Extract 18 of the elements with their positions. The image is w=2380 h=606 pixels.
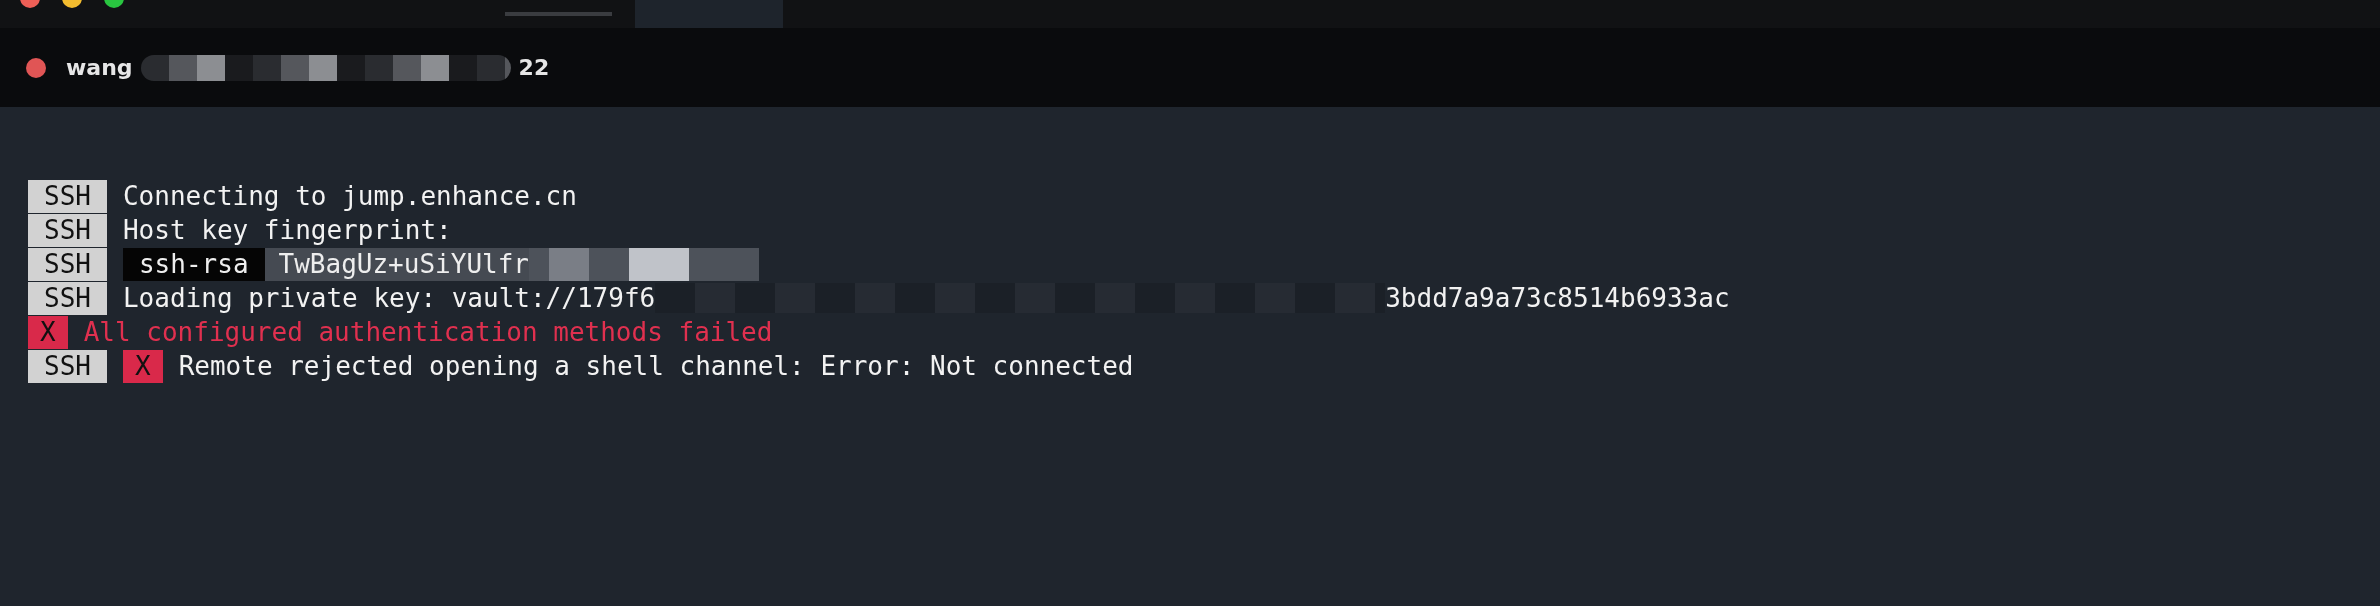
ssh-tag: SSH	[28, 281, 107, 315]
log-text: Connecting to jump.enhance.cn	[122, 181, 577, 211]
log-text: Remote rejected opening a shell channel: Error: Not connected	[178, 351, 1134, 381]
log-text: Loading private key: vault://179f6	[122, 283, 656, 313]
ssh-tag: SSH	[28, 349, 107, 383]
key-type-tag: ssh-rsa	[122, 247, 265, 281]
ssh-tag: SSH	[28, 213, 107, 247]
ssh-tag: SSH	[28, 247, 107, 281]
status-dot	[26, 57, 46, 78]
log-text: Host key fingerprint:	[122, 215, 452, 245]
fingerprint-text: TwBagUz+uSiYUlfr	[264, 247, 529, 281]
host-name: 22	[518, 55, 550, 80]
log-text: 3bdd7a9a73c8514b6933ac	[1385, 283, 1730, 313]
error-tag: X	[28, 315, 68, 349]
host-name: wang	[66, 55, 133, 80]
error-tag: X	[122, 349, 163, 383]
ssh-tag: SSH	[28, 179, 107, 213]
error-text: All configured authentication methods failed	[83, 317, 773, 347]
